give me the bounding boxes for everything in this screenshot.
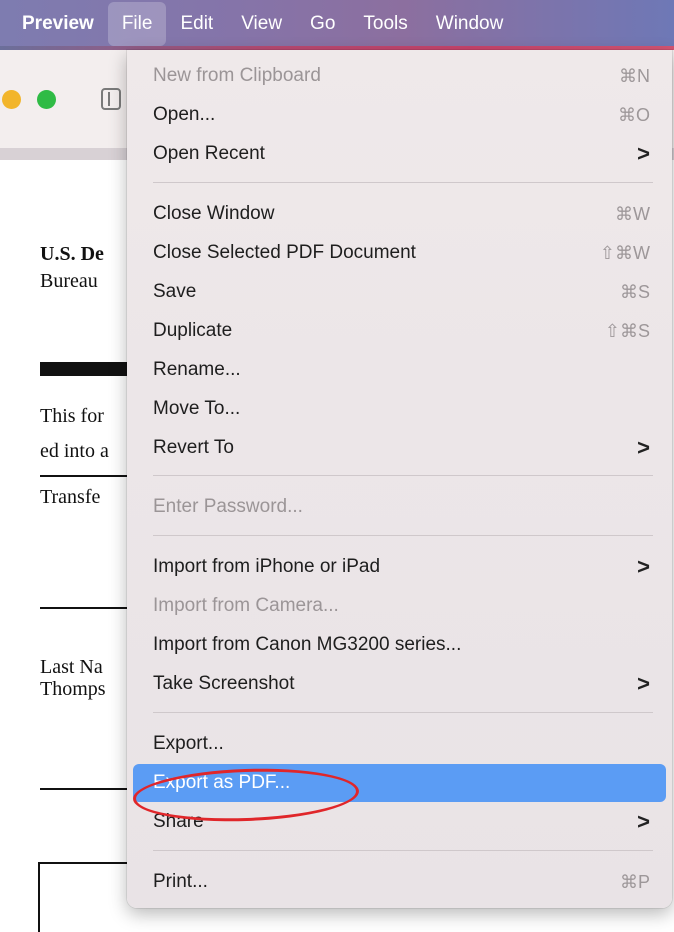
menu-item-label: Rename...	[153, 359, 241, 380]
menu-bar: Preview File Edit View Go Tools Window	[0, 0, 674, 50]
menu-item-label: Export as PDF...	[153, 772, 291, 793]
menu-item-label: Export...	[153, 733, 224, 754]
doc-heading: U.S. De	[40, 243, 104, 265]
shortcut-label: ⌘O	[617, 104, 650, 125]
menu-item-rename[interactable]: Rename...	[133, 351, 666, 389]
shortcut-label: ⇧⌘S	[604, 320, 650, 341]
menu-go[interactable]: Go	[296, 2, 349, 46]
sidebar-toggle-icon[interactable]	[101, 88, 121, 110]
menu-separator	[153, 850, 653, 851]
doc-text-line: ed into a	[40, 440, 109, 462]
menu-item-label: New from Clipboard	[153, 65, 321, 86]
menu-item-import-canon[interactable]: Import from Canon MG3200 series...	[133, 626, 666, 664]
menu-preview[interactable]: Preview	[0, 2, 108, 46]
doc-text-line: Transfe	[40, 486, 101, 508]
menu-item-print[interactable]: Print... ⌘P	[133, 863, 666, 901]
shortcut-label: ⌘W	[615, 203, 650, 224]
shortcut-label: ⌘S	[619, 281, 650, 302]
menu-separator	[153, 182, 653, 183]
menu-item-take-screenshot[interactable]: Take Screenshot >	[133, 665, 666, 703]
doc-text-line: This for	[40, 405, 104, 427]
menu-item-close-window[interactable]: Close Window ⌘W	[133, 195, 666, 233]
minimize-button[interactable]	[2, 90, 21, 109]
doc-subheading: Bureau	[40, 270, 98, 292]
menu-item-label: Print...	[153, 871, 208, 892]
menu-view[interactable]: View	[227, 2, 296, 46]
chevron-right-icon: >	[637, 554, 650, 579]
menu-item-export[interactable]: Export...	[133, 725, 666, 763]
doc-rule	[40, 607, 130, 609]
menu-separator	[153, 712, 653, 713]
doc-rule	[40, 475, 130, 477]
shortcut-label: ⇧⌘W	[599, 242, 650, 263]
doc-text-line: Thomps	[40, 678, 106, 700]
chevron-right-icon: >	[637, 141, 650, 166]
menu-item-label: Import from Canon MG3200 series...	[153, 634, 462, 655]
menu-edit[interactable]: Edit	[166, 2, 227, 46]
shortcut-label: ⌘N	[619, 65, 650, 86]
menu-item-label: Move To...	[153, 398, 241, 419]
menu-item-label: Duplicate	[153, 320, 233, 341]
menu-item-open[interactable]: Open... ⌘O	[133, 96, 666, 134]
menu-item-enter-password[interactable]: Enter Password...	[133, 488, 666, 526]
menu-item-revert-to[interactable]: Revert To >	[133, 429, 666, 467]
doc-rule	[40, 788, 130, 790]
menu-window[interactable]: Window	[422, 2, 518, 46]
zoom-button[interactable]	[37, 90, 56, 109]
menu-item-close-selected-pdf[interactable]: Close Selected PDF Document ⇧⌘W	[133, 234, 666, 272]
menu-item-label: Close Selected PDF Document	[153, 242, 416, 263]
menu-item-save[interactable]: Save ⌘S	[133, 273, 666, 311]
doc-text-line: Last Na	[40, 656, 103, 678]
menu-item-label: Take Screenshot	[153, 673, 295, 694]
menu-item-label: Import from Camera...	[153, 595, 339, 616]
menu-separator	[153, 535, 653, 536]
menu-item-label: Share	[153, 811, 204, 832]
menu-item-label: Save	[153, 281, 197, 302]
menu-item-import-camera[interactable]: Import from Camera...	[133, 587, 666, 625]
file-menu: New from Clipboard ⌘N Open... ⌘O Open Re…	[127, 50, 672, 908]
shortcut-label: ⌘P	[619, 871, 650, 892]
menu-item-label: Close Window	[153, 203, 275, 224]
doc-thick-rule	[40, 362, 130, 376]
menu-item-label: Revert To	[153, 437, 234, 458]
menu-separator	[153, 475, 653, 476]
menu-item-open-recent[interactable]: Open Recent >	[133, 135, 666, 173]
menu-item-duplicate[interactable]: Duplicate ⇧⌘S	[133, 312, 666, 350]
menu-item-new-from-clipboard[interactable]: New from Clipboard ⌘N	[133, 57, 666, 95]
chevron-right-icon: >	[637, 435, 650, 460]
menu-item-share[interactable]: Share >	[133, 803, 666, 841]
menu-item-import-iphone[interactable]: Import from iPhone or iPad >	[133, 548, 666, 586]
menu-tools[interactable]: Tools	[349, 2, 421, 46]
menu-item-label: Open Recent	[153, 143, 265, 164]
chevron-right-icon: >	[637, 671, 650, 696]
chevron-right-icon: >	[637, 809, 650, 834]
menu-item-move-to[interactable]: Move To...	[133, 390, 666, 428]
menu-file[interactable]: File	[107, 2, 167, 46]
menu-item-label: Enter Password...	[153, 496, 303, 517]
menu-item-label: Import from iPhone or iPad	[153, 556, 381, 577]
menu-item-export-as-pdf[interactable]: Export as PDF...	[133, 764, 666, 802]
menu-item-label: Open...	[153, 104, 216, 125]
